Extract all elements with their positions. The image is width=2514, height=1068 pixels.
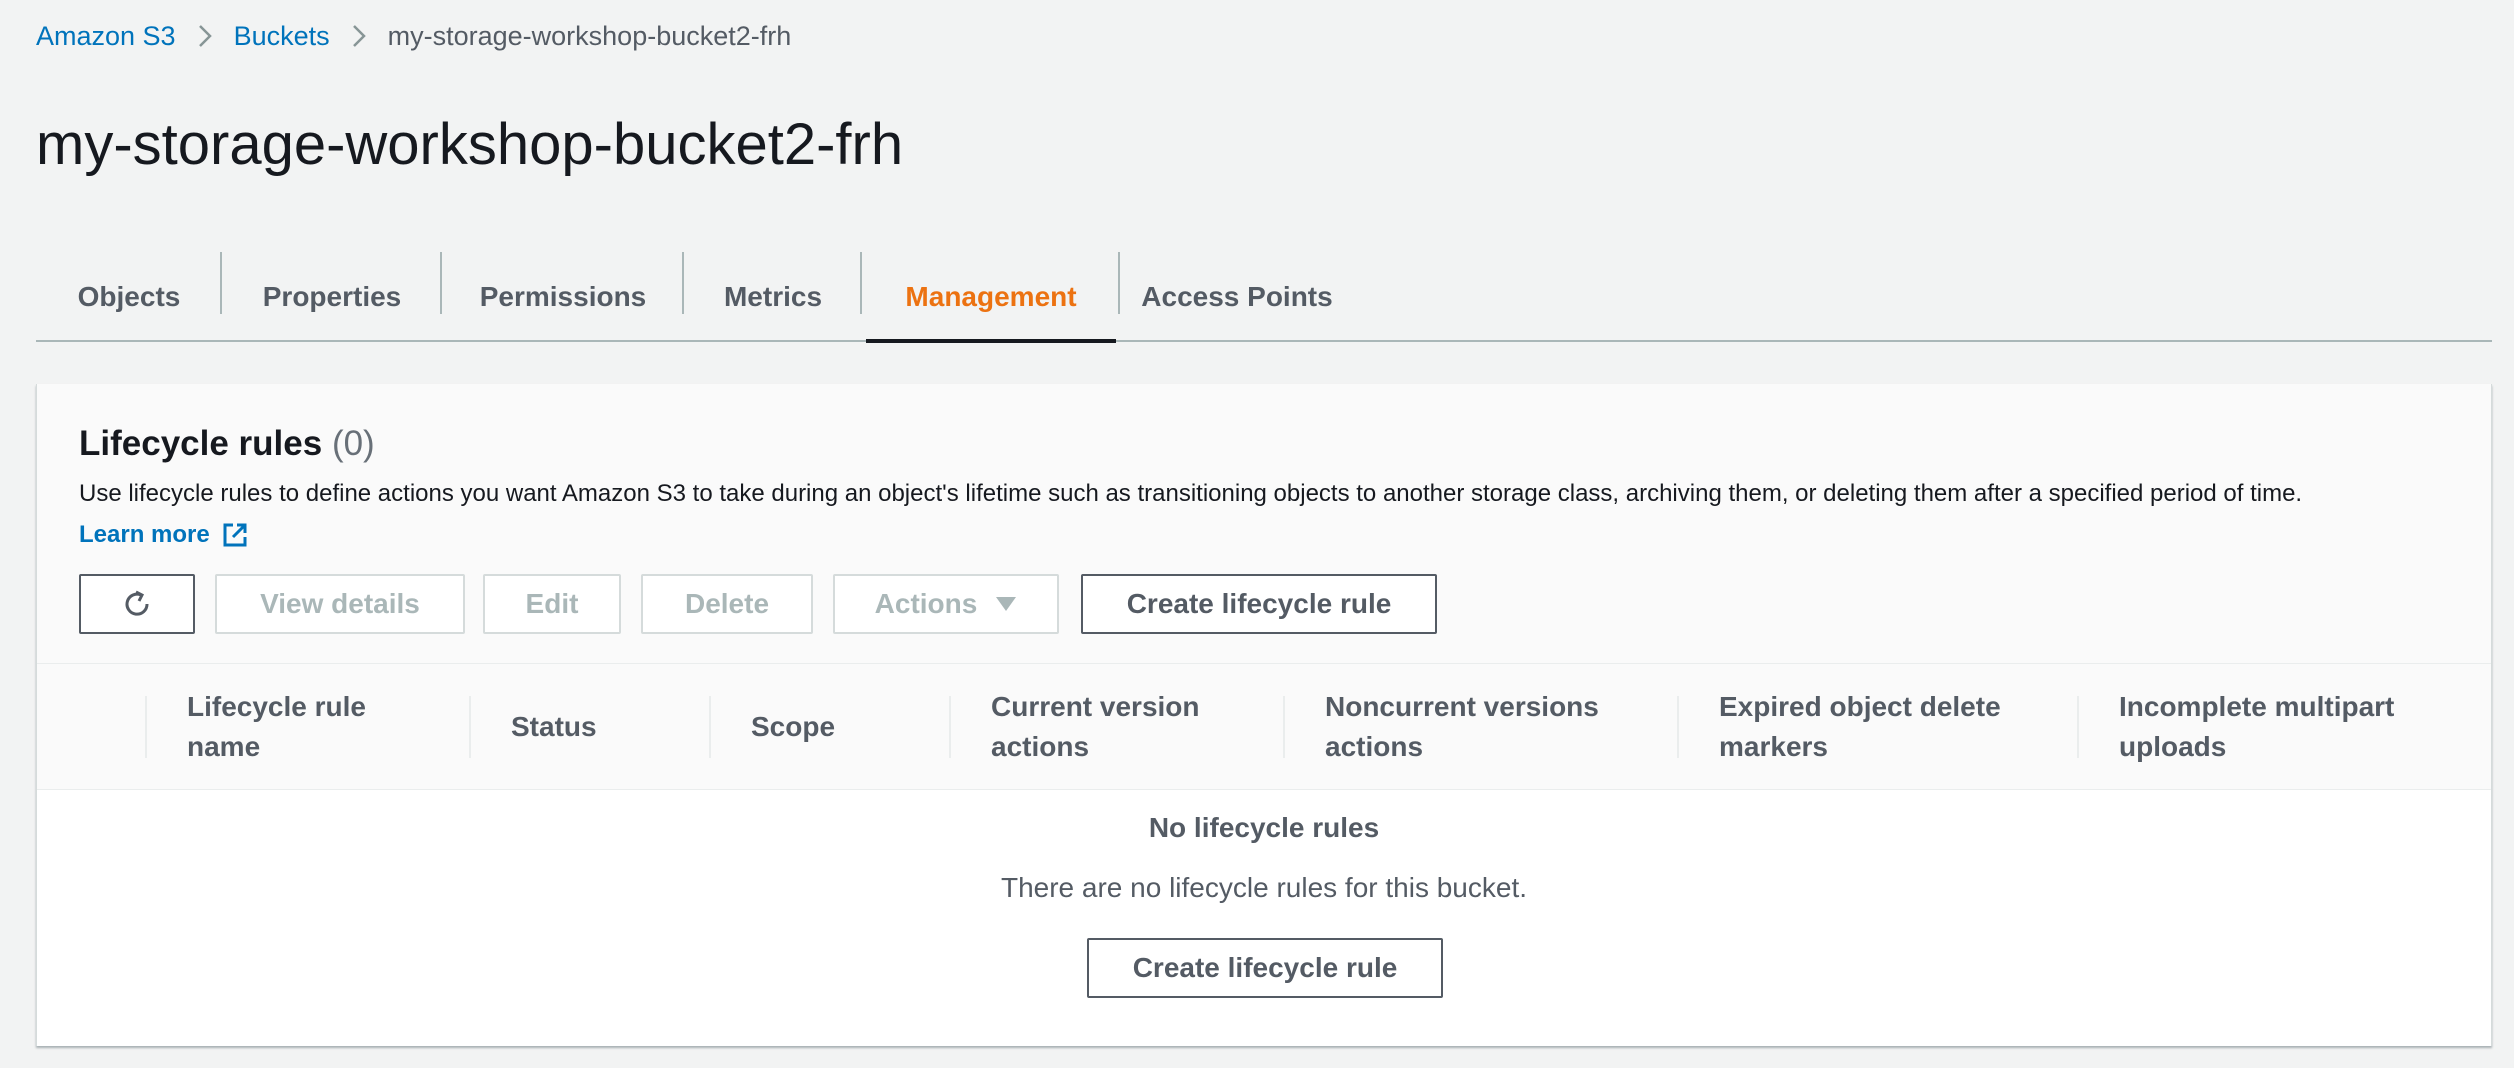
table-header: Lifecycle rule name Status Scope Current… — [37, 664, 2491, 790]
active-tab-indicator — [866, 339, 1116, 343]
empty-state-title: No lifecycle rules — [1148, 812, 1380, 843]
external-link-icon — [223, 523, 247, 547]
tab-metrics[interactable]: Metrics — [684, 252, 862, 342]
breadcrumb-buckets[interactable]: Buckets — [234, 21, 330, 52]
column-divider — [145, 696, 147, 758]
tab-bar: Objects Properties Permissions Metrics M… — [36, 252, 2492, 343]
page-title: my-storage-workshop-bucket2-frh — [36, 112, 904, 177]
panel-title-text: Lifecycle rules — [79, 424, 323, 463]
delete-button[interactable]: Delete — [641, 574, 813, 634]
column-header-noncurrent-versions-actions[interactable]: Noncurrent versions actions — [1325, 664, 1665, 790]
empty-state-create-lifecycle-rule-button[interactable]: Create lifecycle rule — [1087, 938, 1443, 998]
edit-button[interactable]: Edit — [483, 574, 621, 634]
empty-state-description: There are no lifecycle rules for this bu… — [1000, 872, 1527, 903]
create-lifecycle-rule-button[interactable]: Create lifecycle rule — [1081, 574, 1437, 634]
actions-dropdown[interactable]: Actions — [833, 574, 1059, 634]
lifecycle-rules-panel: Lifecycle rules (0) Use lifecycle rules … — [36, 384, 2492, 1046]
column-header-status[interactable]: Status — [511, 664, 711, 790]
panel-header: Lifecycle rules (0) Use lifecycle rules … — [37, 384, 2491, 664]
chevron-right-icon — [350, 23, 368, 49]
actions-label: Actions — [874, 588, 978, 619]
refresh-icon — [125, 590, 149, 616]
panel-title: Lifecycle rules (0) — [79, 424, 375, 464]
tab-objects[interactable]: Objects — [36, 252, 222, 342]
learn-more-link[interactable]: Learn more — [79, 520, 250, 550]
tab-divider — [860, 252, 862, 314]
tab-management[interactable]: Management — [866, 252, 1116, 342]
column-divider — [1677, 696, 1679, 758]
panel-description: Use lifecycle rules to define actions yo… — [79, 480, 2303, 507]
column-divider — [949, 696, 951, 758]
caret-down-icon — [995, 596, 1017, 612]
tab-properties[interactable]: Properties — [222, 252, 442, 342]
column-divider — [709, 696, 711, 758]
column-header-rule-name[interactable]: Lifecycle rule name — [187, 664, 467, 790]
tab-access-points[interactable]: Access Points — [1120, 252, 1354, 342]
chevron-right-icon — [196, 23, 214, 49]
rule-count: (0) — [331, 424, 375, 463]
breadcrumb-current: my-storage-workshop-bucket2-frh — [387, 20, 792, 51]
column-header-scope[interactable]: Scope — [751, 664, 951, 790]
view-details-button[interactable]: View details — [215, 574, 465, 634]
column-divider — [469, 696, 471, 758]
column-header-expired-object-delete-markers[interactable]: Expired object delete markers — [1719, 664, 2059, 790]
refresh-button[interactable] — [79, 574, 195, 634]
breadcrumb: Amazon S3 Buckets my-storage-workshop-bu… — [36, 18, 791, 54]
tab-permissions[interactable]: Permissions — [442, 252, 684, 342]
learn-more-label: Learn more — [79, 521, 210, 548]
column-divider — [1283, 696, 1285, 758]
column-header-current-version-actions[interactable]: Current version actions — [991, 664, 1291, 790]
breadcrumb-amazon-s3[interactable]: Amazon S3 — [36, 21, 176, 52]
column-header-incomplete-multipart-uploads[interactable]: Incomplete multipart uploads — [2119, 664, 2459, 790]
column-divider — [2077, 696, 2079, 758]
